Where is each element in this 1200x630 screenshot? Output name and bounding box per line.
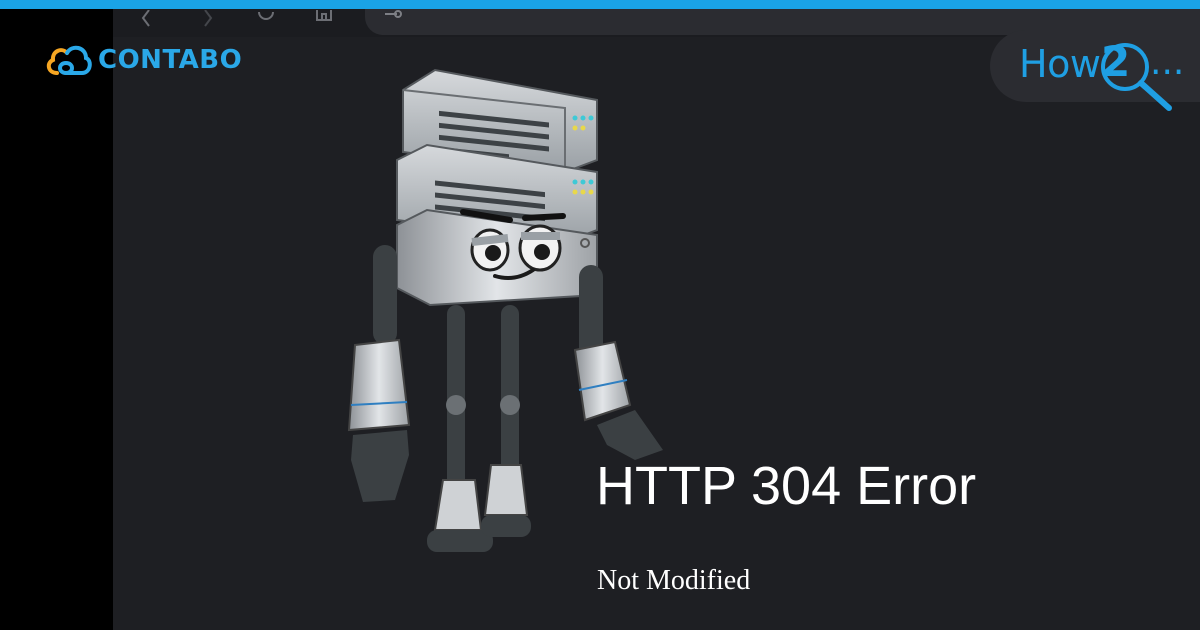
logo-text: CONTABO bbox=[98, 45, 243, 75]
page-title: HTTP 304 Error bbox=[596, 456, 977, 516]
left-panel bbox=[0, 9, 113, 630]
top-accent-bar bbox=[0, 0, 1200, 9]
home-icon[interactable] bbox=[311, 9, 337, 31]
forward-icon[interactable] bbox=[195, 9, 221, 31]
site-settings-icon[interactable] bbox=[383, 9, 403, 27]
contabo-logo: CONTABO bbox=[44, 40, 242, 80]
reload-icon[interactable] bbox=[253, 9, 279, 31]
back-icon[interactable] bbox=[133, 9, 159, 31]
page-subtitle: Not Modified bbox=[597, 565, 751, 596]
how2-text: How bbox=[1019, 42, 1101, 86]
magnifier-icon bbox=[1101, 43, 1172, 111]
cloud-logo-icon bbox=[46, 45, 92, 75]
